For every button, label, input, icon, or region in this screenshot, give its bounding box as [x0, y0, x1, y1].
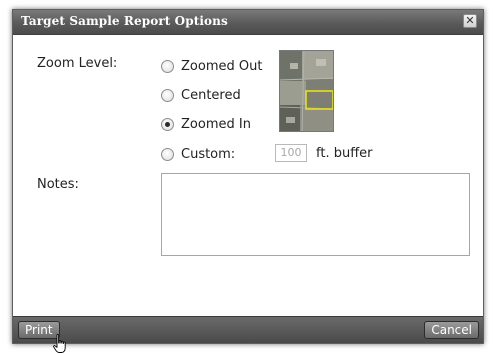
radio-custom-circle[interactable]	[161, 147, 174, 161]
close-icon: ✕	[465, 14, 475, 27]
aerial-map-image	[280, 51, 333, 131]
radio-custom-label[interactable]: Custom:	[181, 147, 235, 162]
radio-zoomed-out-circle[interactable]	[161, 59, 174, 73]
notes-textarea[interactable]	[161, 173, 470, 256]
radio-centered[interactable]: Centered	[161, 86, 241, 104]
radio-zoomed-in[interactable]: Zoomed In	[161, 115, 251, 133]
buffer-unit-label: ft. buffer	[316, 146, 373, 161]
radio-centered-circle[interactable]	[161, 88, 174, 102]
dialog-footer: Print Cancel	[13, 316, 483, 343]
map-thumbnail	[279, 50, 334, 132]
close-button[interactable]: ✕	[463, 14, 477, 28]
report-options-dialog: Target Sample Report Options ✕ Zoom Leve…	[12, 9, 484, 344]
radio-custom[interactable]: Custom:	[161, 145, 235, 163]
radio-zoomed-out-label[interactable]: Zoomed Out	[181, 59, 262, 74]
radio-zoomed-in-label[interactable]: Zoomed In	[181, 117, 251, 132]
zoom-level-label: Zoom Level:	[37, 56, 118, 71]
radio-zoomed-out[interactable]: Zoomed Out	[161, 57, 262, 75]
notes-label: Notes:	[37, 177, 79, 192]
dialog-title: Target Sample Report Options	[21, 14, 228, 28]
screen: Target Sample Report Options ✕ Zoom Leve…	[0, 0, 493, 354]
hand-pointer-icon	[53, 334, 66, 353]
cancel-button[interactable]: Cancel	[424, 321, 479, 339]
radio-zoomed-in-circle[interactable]	[161, 117, 174, 131]
radio-centered-label[interactable]: Centered	[181, 88, 241, 103]
buffer-input[interactable]: 100	[275, 144, 307, 162]
dialog-titlebar[interactable]: Target Sample Report Options ✕	[13, 10, 483, 35]
